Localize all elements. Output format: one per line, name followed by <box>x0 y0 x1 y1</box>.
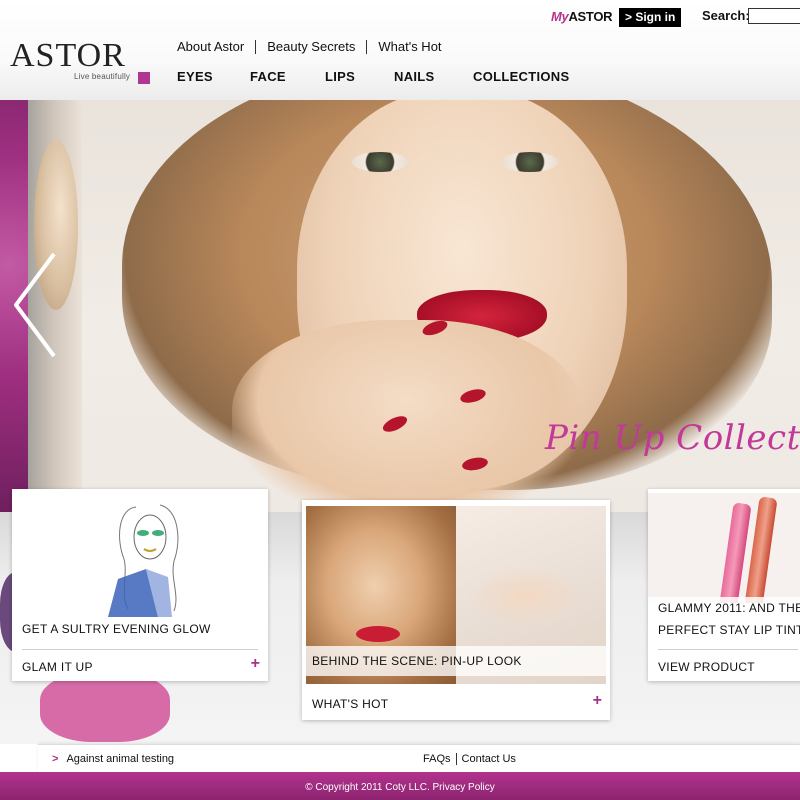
card2-link[interactable]: WHAT'S HOT <box>312 697 388 711</box>
hero-right-eye <box>502 152 558 172</box>
hero-left-eye <box>352 152 408 172</box>
footer-links-bar: > Against animal testing FAQs Contact Us <box>38 744 800 772</box>
card3-link[interactable]: VIEW PRODUCT <box>658 660 755 674</box>
card1-link[interactable]: GLAM IT UP <box>22 660 93 674</box>
mainnav-collections[interactable]: COLLECTIONS <box>473 69 569 84</box>
topnav-beauty-secrets[interactable]: Beauty Secrets <box>255 40 366 54</box>
animal-testing-label: Against animal testing <box>66 753 175 765</box>
card3-title-line2: PERFECT STAY LIP TINT!! <box>658 623 800 637</box>
promo-card-sultry-glow[interactable]: GET A SULTRY EVENING GLOW GLAM IT UP + <box>12 489 268 681</box>
myastor-brand: ASTOR <box>568 9 613 24</box>
topnav-whats-hot[interactable]: What's Hot <box>366 40 452 54</box>
card2-plus-icon[interactable]: + <box>593 692 602 710</box>
footer-contact-link[interactable]: Contact Us <box>455 753 521 765</box>
promo-card-whats-hot[interactable]: BEHIND THE SCENE: PIN-UP LOOK WHAT'S HOT… <box>302 500 610 720</box>
mainnav-nails[interactable]: NAILS <box>394 69 435 84</box>
copyright-text[interactable]: © Copyright 2011 Coty LLC. Privacy Polic… <box>0 782 800 793</box>
card1-title: GET A SULTRY EVENING GLOW <box>22 622 211 636</box>
search-input[interactable] <box>748 8 800 24</box>
photo-arm <box>466 566 586 626</box>
footer-faqs-link[interactable]: FAQs <box>418 753 456 765</box>
chevron-right-icon: > <box>52 753 59 765</box>
search-label: Search: <box>702 8 750 23</box>
fashion-sketch-illustration <box>108 504 179 617</box>
lip-tint-product-image <box>648 493 800 603</box>
chevron-left-icon[interactable] <box>10 250 60 360</box>
hero-hand <box>232 320 582 512</box>
mainnav-face[interactable]: FACE <box>250 69 286 84</box>
main-nav: EYES FACE LIPS NAILS COLLECTIONS <box>0 69 800 85</box>
promo-card-lip-tint[interactable]: GLAMMY 2011: AND THE PERFECT STAY LIP TI… <box>648 489 800 681</box>
card1-plus-icon[interactable]: + <box>251 655 260 673</box>
card3-title-line1: GLAMMY 2011: AND THE <box>658 601 800 615</box>
site-header: MyASTOR > Sign in Search: ASTOR Live bea… <box>0 0 800 100</box>
card3-caption: GLAMMY 2011: AND THE PERFECT STAY LIP TI… <box>648 597 800 645</box>
top-nav: About Astor Beauty Secrets What's Hot <box>177 39 453 55</box>
animal-testing-link[interactable]: > Against animal testing <box>52 753 174 765</box>
photo-lips <box>356 626 400 642</box>
eyeshadow-pink <box>40 672 170 742</box>
copyright-bar: © Copyright 2011 Coty LLC. Privacy Polic… <box>0 772 800 800</box>
mainnav-eyes[interactable]: EYES <box>177 69 213 84</box>
hero-banner[interactable]: Pin Up Collection <box>0 100 800 512</box>
myastor-link[interactable]: MyASTOR <box>551 9 613 24</box>
card2-overlay-title: BEHIND THE SCENE: PIN-UP LOOK <box>306 646 606 676</box>
topnav-about-astor[interactable]: About Astor <box>177 40 255 54</box>
logo-wordmark: ASTOR <box>10 37 126 74</box>
myastor-prefix: My <box>551 9 569 24</box>
card3-divider <box>658 649 798 650</box>
sign-in-button[interactable]: > Sign in <box>619 8 681 27</box>
footer-links: FAQs Contact Us <box>418 753 521 765</box>
card1-divider <box>22 649 258 650</box>
hero-caption: Pin Up Collection <box>545 418 800 458</box>
mainnav-lips[interactable]: LIPS <box>325 69 355 84</box>
